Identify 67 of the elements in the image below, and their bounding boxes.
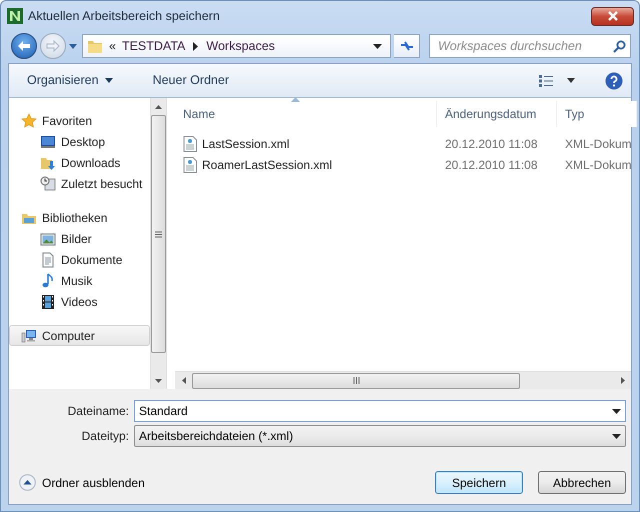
table-cell-text: 20.12.2010 11:08 xyxy=(444,136,539,152)
search-icon xyxy=(613,40,626,52)
navigation-item[interactable]: Desktop xyxy=(9,131,150,152)
file-name[interactable]: LastSession.xml xyxy=(202,134,290,152)
view-options-icon[interactable] xyxy=(539,74,577,86)
music-note-icon xyxy=(40,272,56,288)
navigation-item[interactable]: Videos xyxy=(9,291,150,312)
document-icon xyxy=(183,156,197,172)
window-title: Aktuellen Arbeitsbereich speichern xyxy=(28,8,221,25)
table-cell-text: XML-Dokum xyxy=(564,156,631,174)
star-icon xyxy=(21,112,37,128)
breadcrumb[interactable]: TESTDATA xyxy=(122,36,186,56)
close-button[interactable] xyxy=(591,6,634,26)
navigation-item[interactable]: Favoriten xyxy=(9,110,150,131)
scroll-right-icon[interactable] xyxy=(620,377,624,384)
back-button[interactable] xyxy=(11,33,37,59)
breadcrumb-overflow[interactable]: « xyxy=(109,36,116,56)
file-type-dropdown[interactable]: Arbeitsbereichdateien (*.xml) xyxy=(134,425,626,447)
dialog-button[interactable]: Abbrechen xyxy=(538,471,626,494)
computer-icon xyxy=(21,328,37,344)
close-icon xyxy=(606,11,618,21)
folder-icon xyxy=(87,38,103,54)
navigation-item[interactable]: Dokumente xyxy=(9,249,150,270)
navigation-item[interactable]: Computer xyxy=(9,325,150,346)
search-field[interactable]: Workspaces durchsuchen xyxy=(438,36,613,56)
dialog-button[interactable]: Speichern xyxy=(435,471,523,494)
help-icon[interactable] xyxy=(605,72,623,90)
chevron-icon[interactable] xyxy=(193,42,198,50)
caret-icon xyxy=(104,78,113,83)
refresh-icon xyxy=(398,39,414,53)
scrollbar-thumb[interactable] xyxy=(151,115,166,353)
hide-folders-button[interactable]: Ordner ausblenden xyxy=(19,474,145,492)
arrow-right-icon xyxy=(46,40,60,52)
table-cell-text: XML-Dokum xyxy=(564,136,631,152)
scrollbar-thumb[interactable] xyxy=(192,372,520,388)
field-label: Dateiname: xyxy=(66,403,130,420)
dropdown-icon[interactable] xyxy=(373,44,382,48)
clock-icon xyxy=(40,176,56,192)
field-label: Dateityp: xyxy=(80,428,130,445)
scroll-up-icon[interactable] xyxy=(155,104,162,108)
history-dropdown-icon[interactable] xyxy=(69,44,77,48)
search-box[interactable]: Workspaces durchsuchen xyxy=(429,34,631,58)
dropdown-icon xyxy=(612,434,621,438)
table-cell-text: 20.12.2010 11:08 xyxy=(444,156,539,174)
navigation-item[interactable]: Bibliotheken xyxy=(9,207,150,228)
film-icon xyxy=(40,294,56,310)
file-name-box[interactable]: Standard xyxy=(134,400,626,422)
navigation-item[interactable]: Zuletzt besucht xyxy=(9,173,150,194)
app-icon xyxy=(7,8,23,24)
scroll-left-icon[interactable] xyxy=(182,377,186,384)
navigation-item[interactable]: Downloads xyxy=(9,152,150,173)
picture-icon xyxy=(40,230,56,246)
organize-menu[interactable]: Organisieren xyxy=(21,69,119,92)
breadcrumb[interactable]: Workspaces xyxy=(206,36,275,56)
navigation-item[interactable]: Bilder xyxy=(9,228,150,249)
desktop-icon xyxy=(40,134,56,150)
address-bar[interactable]: « TESTDATA Workspaces xyxy=(82,34,391,58)
file-name[interactable]: RoamerLastSession.xml xyxy=(202,156,332,174)
navigation-item[interactable]: Musik xyxy=(9,270,150,291)
document-icon xyxy=(40,252,56,268)
dropdown-icon[interactable] xyxy=(612,408,621,414)
new-folder-button[interactable]: Neuer Ordner xyxy=(146,69,236,92)
refresh-button[interactable] xyxy=(394,34,420,58)
document-icon xyxy=(183,136,197,152)
collapse-icon xyxy=(19,474,36,491)
arrow-left-icon xyxy=(17,40,31,52)
scroll-down-icon[interactable] xyxy=(155,378,162,382)
